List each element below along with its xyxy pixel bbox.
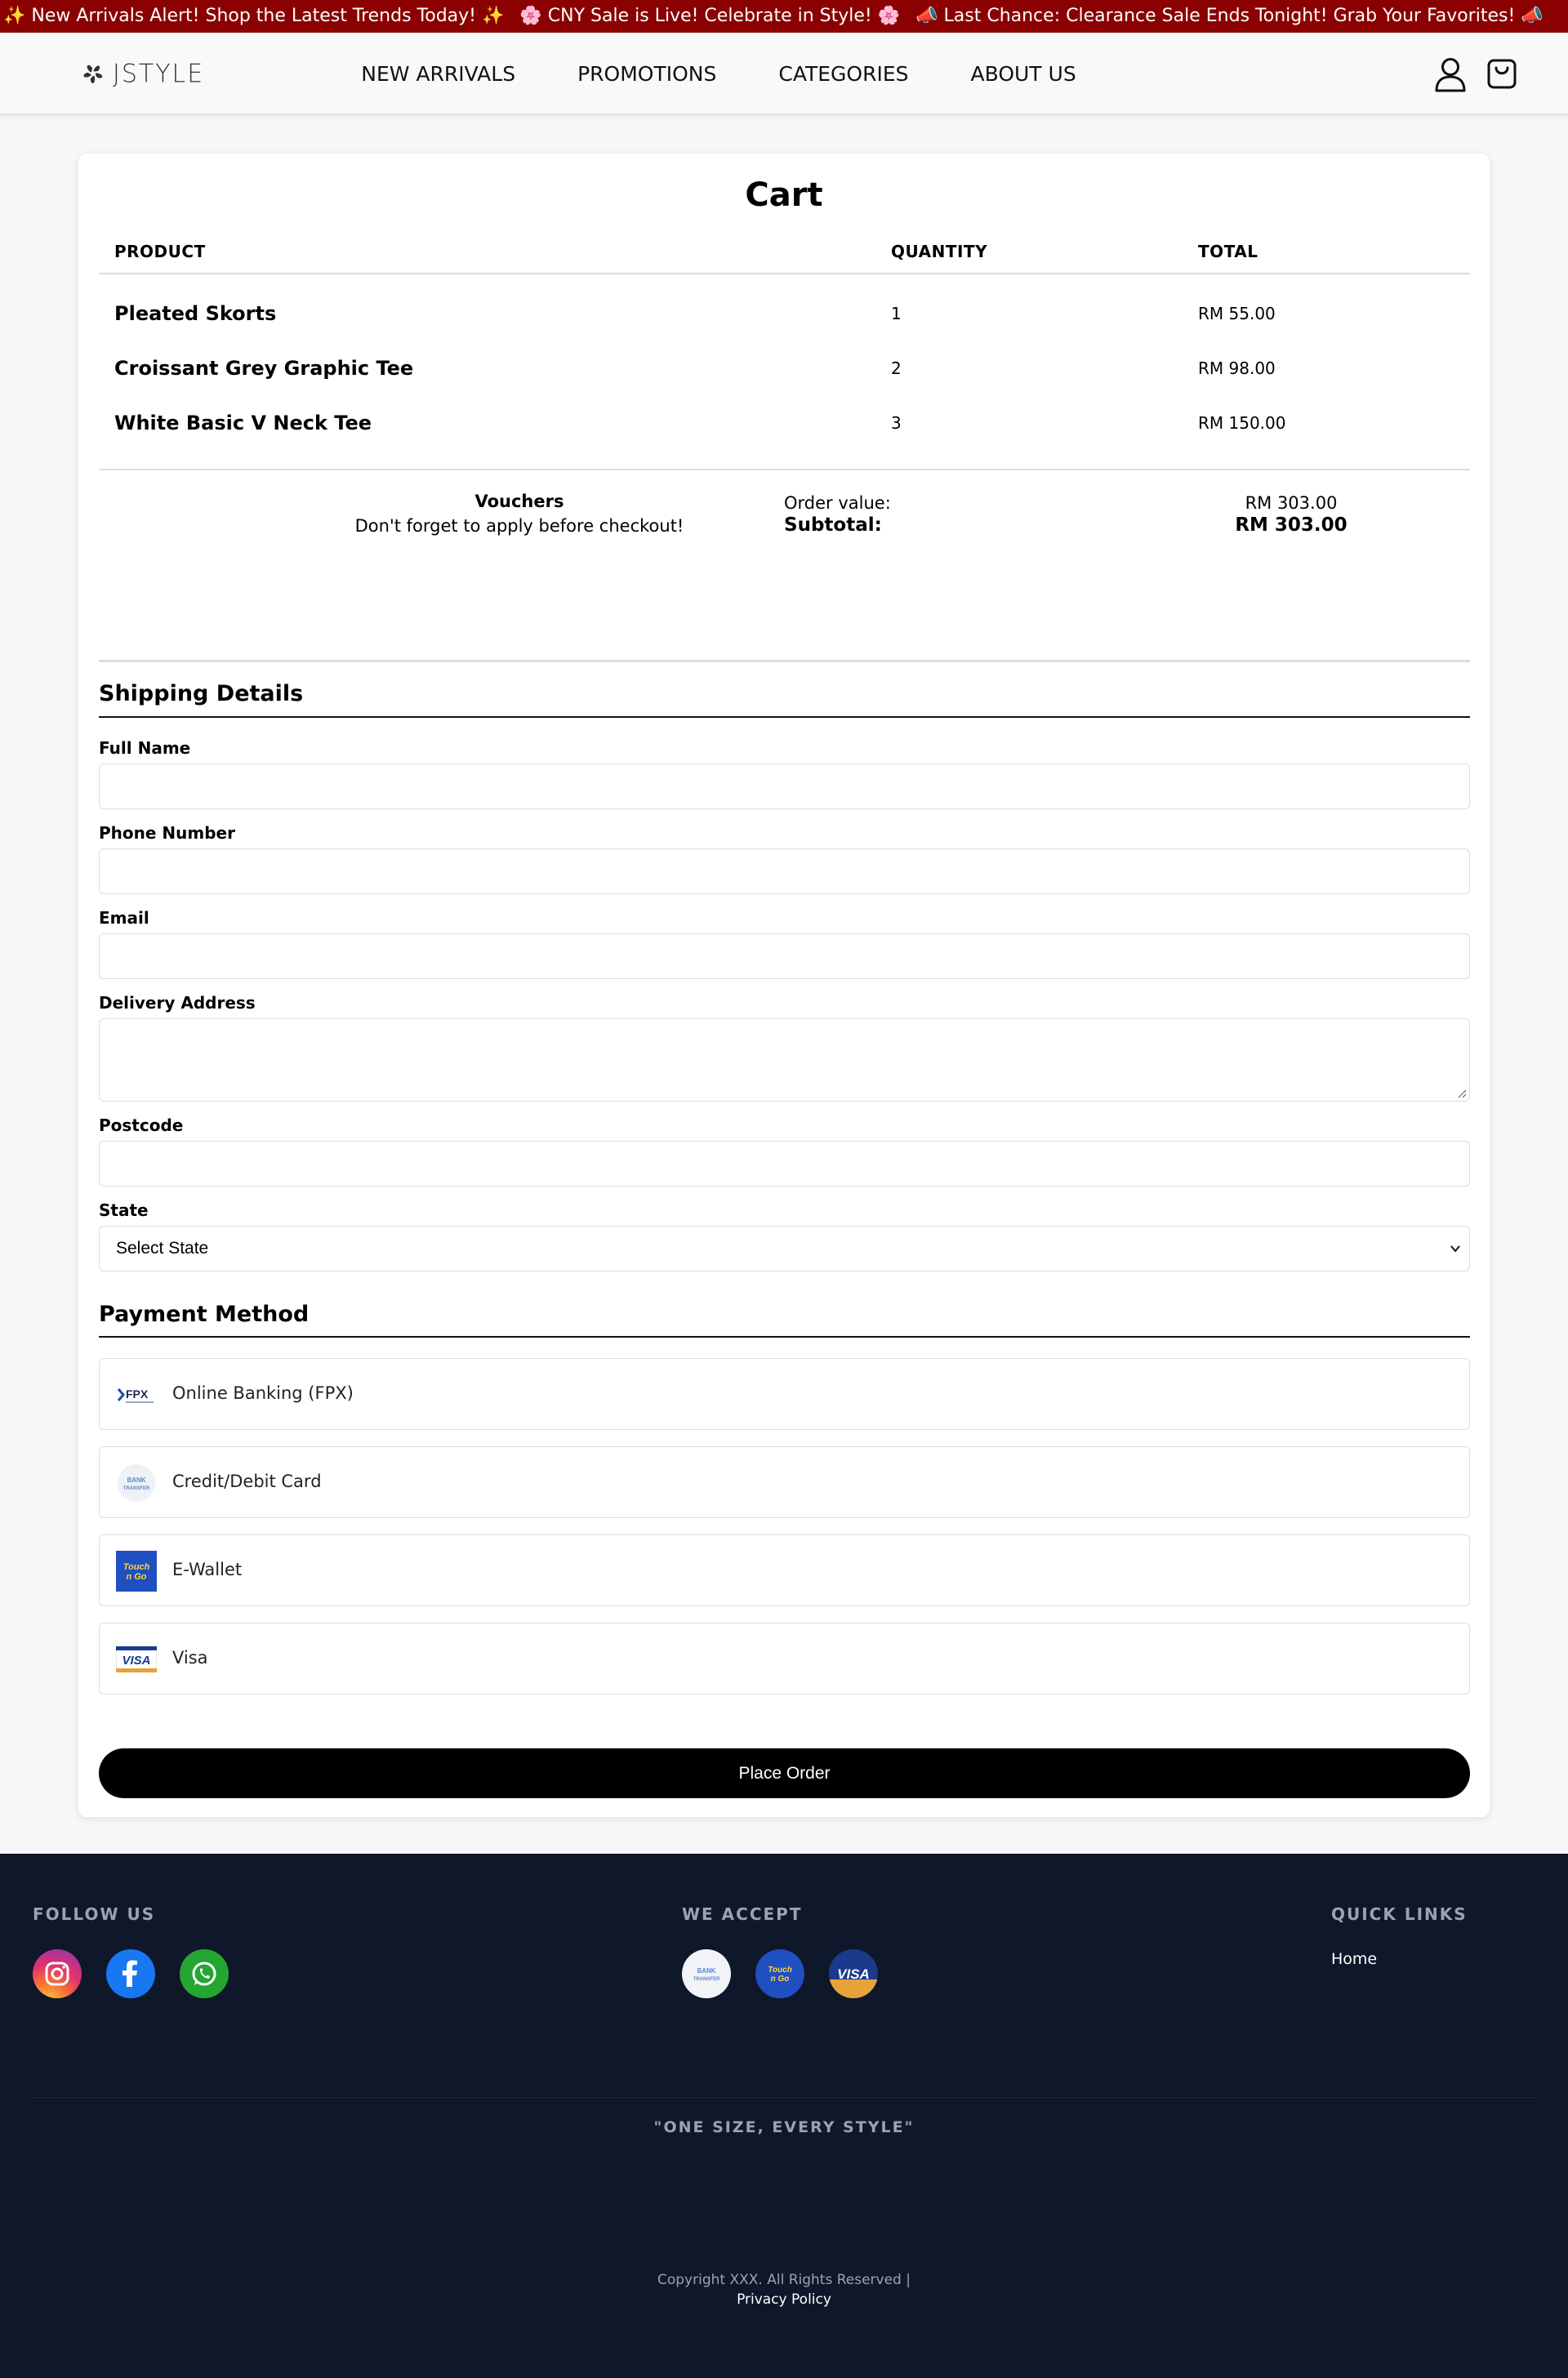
chevron-down-icon — [1450, 1245, 1460, 1253]
product-name: White Basic V Neck Tee — [114, 412, 372, 434]
announcement-bar: ✨ New Arrivals Alert! Shop the Latest Tr… — [0, 0, 1568, 33]
svg-text:Touch: Touch — [768, 1966, 792, 1975]
product-quantity: 3 — [891, 413, 902, 433]
product-name: Croissant Grey Graphic Tee — [114, 357, 414, 380]
follow-us-heading: FOLLOW US — [33, 1904, 156, 1924]
phone-number-label: Phone Number — [99, 823, 235, 843]
announcement-message: ✨ New Arrivals Alert! Shop the Latest Tr… — [3, 6, 505, 26]
product-name: Pleated Skorts — [114, 302, 277, 325]
user-icon[interactable] — [1434, 56, 1467, 92]
vouchers-note: Don't forget to apply before checkout! — [354, 516, 684, 536]
shipping-section-title: Shipping Details — [99, 681, 304, 706]
order-value: RM 303.00 — [1245, 493, 1338, 513]
state-selected-value: Select State — [116, 1239, 209, 1258]
svg-text:FPX: FPX — [126, 1387, 149, 1401]
announcement-message: 📣 Last Chance: Clearance Sale Ends Tonig… — [915, 6, 1544, 26]
privacy-policy-link[interactable]: Privacy Policy — [0, 2291, 1568, 2308]
postcode-input[interactable] — [99, 1141, 1470, 1187]
resize-grip-icon[interactable] — [1457, 1089, 1467, 1098]
payment-option-label: Credit/Debit Card — [172, 1472, 322, 1491]
subtotal-label: Subtotal: — [784, 514, 882, 536]
payment-section-title: Payment Method — [99, 1302, 310, 1327]
section-divider — [99, 1336, 1470, 1338]
visa-icon: VISA — [116, 1640, 157, 1679]
footer-slogan: "ONE SIZE, EVERY STYLE" — [653, 2118, 915, 2136]
touch-n-go-icon: Touch n Go — [755, 1949, 804, 1998]
svg-text:Touch: Touch — [123, 1562, 150, 1572]
place-order-button[interactable]: Place Order — [99, 1748, 1470, 1798]
svg-text:VISA: VISA — [122, 1654, 150, 1668]
full-name-label: Full Name — [99, 738, 191, 758]
payment-option-visa[interactable]: VISA Visa — [99, 1623, 1470, 1694]
svg-text:BANK: BANK — [697, 1967, 715, 1975]
we-accept-heading: WE ACCEPT — [682, 1904, 803, 1924]
column-header-quantity: QUANTITY — [891, 242, 988, 261]
facebook-icon[interactable] — [106, 1949, 155, 1998]
column-header-total: TOTAL — [1198, 242, 1258, 261]
postcode-label: Postcode — [99, 1116, 184, 1135]
email-label: Email — [99, 908, 149, 928]
main-nav: NEW ARRIVALS PROMOTIONS CATEGORIES ABOUT… — [0, 33, 1568, 115]
checkout-card: Cart PRODUCT QUANTITY TOTAL Pleated Skor… — [78, 154, 1490, 1817]
delivery-address-textarea[interactable] — [99, 1018, 1470, 1102]
nav-about-us[interactable]: ABOUT US — [971, 62, 1076, 86]
full-name-input[interactable] — [99, 764, 1470, 809]
fpx-logo-icon: FPX — [116, 1375, 157, 1414]
svg-text:n Go: n Go — [126, 1572, 146, 1582]
touch-n-go-icon: Touch n Go — [116, 1551, 157, 1592]
product-total: RM 150.00 — [1198, 413, 1286, 433]
payment-option-card[interactable]: BANK TRANSFER Credit/Debit Card — [99, 1446, 1470, 1518]
vouchers-title[interactable]: Vouchers — [283, 492, 756, 511]
bank-transfer-icon: BANK TRANSFER — [682, 1949, 731, 1998]
announcement-message: 🌸 CNY Sale is Live! Celebrate in Style! … — [519, 6, 901, 26]
email-input[interactable] — [99, 933, 1470, 979]
cart-table-header: PRODUCT QUANTITY TOTAL — [99, 242, 1470, 274]
payment-option-ewallet[interactable]: Touch n Go E-Wallet — [99, 1534, 1470, 1606]
shopping-bag-icon[interactable] — [1486, 57, 1517, 90]
site-footer: FOLLOW US WE ACCEPT BANK TRANSFER Touch … — [0, 1854, 1568, 2378]
site-header: JSTYLE NEW ARRIVALS PROMOTIONS CATEGORIE… — [0, 33, 1568, 115]
svg-text:BANK: BANK — [127, 1476, 145, 1484]
visa-icon: VISA — [829, 1949, 878, 1998]
subtotal-value: RM 303.00 — [1235, 514, 1348, 536]
state-label: State — [99, 1200, 149, 1220]
footer-divider — [31, 2097, 1537, 2098]
cart-row: White Basic V Neck Tee 3 RM 150.00 — [99, 397, 1470, 451]
payment-option-label: Online Banking (FPX) — [172, 1383, 354, 1403]
divider — [99, 469, 1470, 470]
svg-text:n Go: n Go — [771, 1975, 790, 1984]
delivery-address-label: Delivery Address — [99, 993, 256, 1013]
svg-text:TRANSFER: TRANSFER — [123, 1486, 150, 1491]
svg-text:VISA: VISA — [837, 1966, 870, 1982]
divider — [99, 660, 1470, 662]
section-divider — [99, 716, 1470, 718]
bank-transfer-icon: BANK TRANSFER — [116, 1463, 157, 1503]
cart-title: Cart — [745, 176, 823, 214]
nav-promotions[interactable]: PROMOTIONS — [577, 62, 716, 86]
nav-new-arrivals[interactable]: NEW ARRIVALS — [361, 62, 515, 86]
phone-number-input[interactable] — [99, 848, 1470, 894]
payment-option-label: E-Wallet — [172, 1560, 243, 1579]
copyright-text: Copyright XXX. All Rights Reserved | — [657, 2272, 911, 2288]
footer-link-home[interactable]: Home — [1331, 1950, 1377, 1968]
cart-row: Pleated Skorts 1 RM 55.00 — [99, 287, 1470, 341]
nav-categories[interactable]: CATEGORIES — [778, 62, 908, 86]
product-quantity: 1 — [891, 304, 902, 323]
cart-row: Croissant Grey Graphic Tee 2 RM 98.00 — [99, 342, 1470, 396]
product-quantity: 2 — [891, 358, 902, 378]
product-total: RM 98.00 — [1198, 358, 1276, 378]
quick-links-heading: QUICK LINKS — [1331, 1904, 1468, 1924]
payment-option-fpx[interactable]: FPX Online Banking (FPX) — [99, 1358, 1470, 1430]
instagram-icon[interactable] — [33, 1949, 82, 1998]
payment-option-label: Visa — [172, 1648, 208, 1668]
whatsapp-icon[interactable] — [180, 1949, 229, 1998]
svg-text:TRANSFER: TRANSFER — [693, 1977, 720, 1982]
order-value-label: Order value: — [784, 493, 891, 513]
product-total: RM 55.00 — [1198, 304, 1276, 323]
column-header-product: PRODUCT — [114, 242, 206, 261]
state-select[interactable]: Select State — [99, 1226, 1470, 1271]
